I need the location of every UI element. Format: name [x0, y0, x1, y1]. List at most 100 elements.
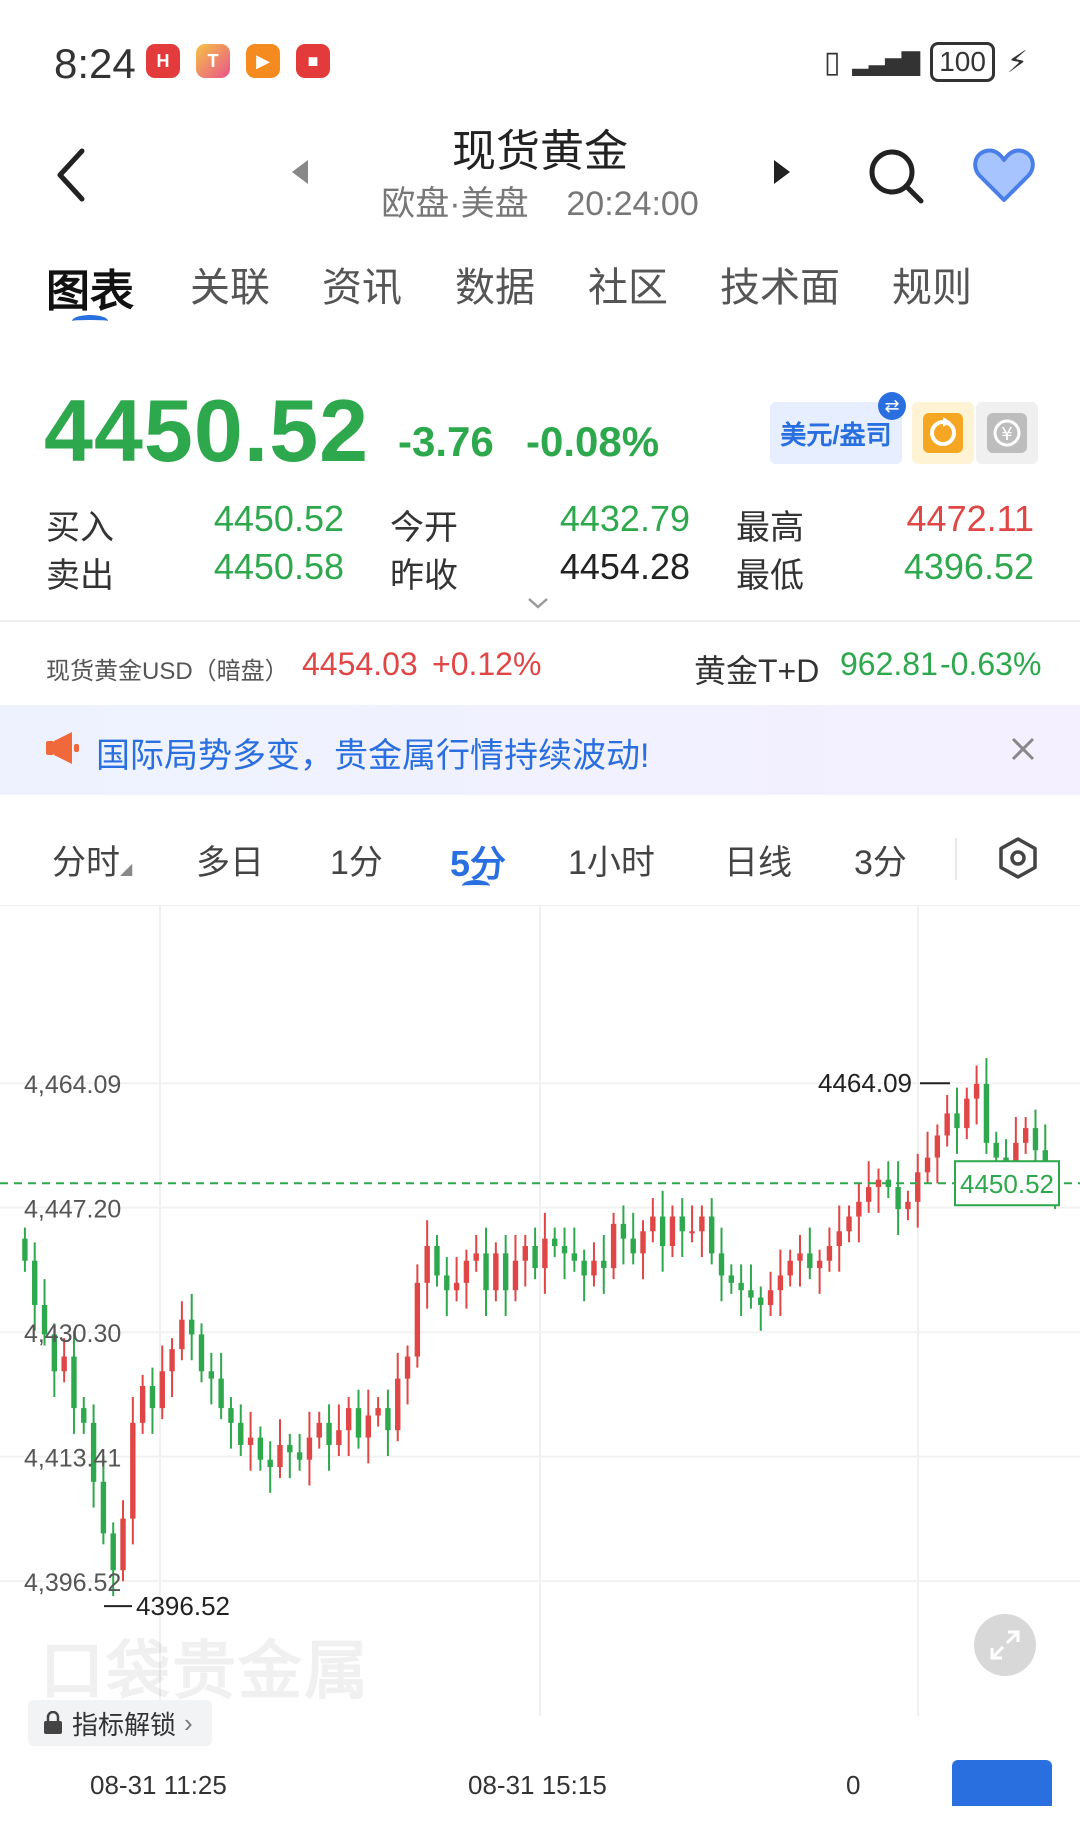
- period-tab-daily[interactable]: 日线: [724, 835, 792, 884]
- candle-body: [326, 1422, 332, 1445]
- related-left-change[interactable]: +0.12%: [432, 646, 541, 683]
- candle-body: [836, 1231, 842, 1246]
- related-right-change[interactable]: -0.63%: [940, 646, 1041, 683]
- candle-body: [944, 1113, 950, 1136]
- sell-label: 卖出: [46, 557, 114, 595]
- swap-icon: ⇄: [878, 392, 906, 420]
- period-tab-3min[interactable]: 3分: [854, 835, 907, 884]
- candle-body: [709, 1216, 715, 1254]
- candle-body: [139, 1386, 146, 1423]
- store-app-icon: ■: [296, 44, 330, 78]
- battery-icon: 100: [930, 42, 995, 82]
- charging-icon: ⚡: [1006, 45, 1028, 79]
- candle-body: [444, 1275, 450, 1291]
- candle-body: [787, 1260, 793, 1276]
- tab-data[interactable]: 数据: [455, 255, 535, 313]
- period-tab-1hour[interactable]: 1小时: [568, 835, 655, 884]
- candle-body: [453, 1282, 460, 1291]
- candle-body: [689, 1231, 695, 1234]
- buy-value: 4450.52: [213, 498, 344, 539]
- candle-body: [218, 1378, 224, 1409]
- search-icon[interactable]: [866, 146, 926, 206]
- fullscreen-expand-button[interactable]: [974, 1614, 1036, 1676]
- tab-community[interactable]: 社区: [588, 255, 668, 313]
- y-axis-label: 4,464.09: [24, 1071, 121, 1099]
- candle-body: [571, 1253, 578, 1261]
- megaphone-icon: [46, 732, 79, 764]
- candle-body: [561, 1246, 568, 1254]
- candle-body: [522, 1246, 528, 1261]
- period-tab-1min[interactable]: 1分: [330, 835, 383, 884]
- session-label: 欧盘·美盘: [381, 185, 529, 223]
- current-price: 4450.52: [44, 381, 370, 480]
- favorite-heart-icon[interactable]: [972, 146, 1036, 206]
- candle-body: [32, 1260, 38, 1305]
- candle-body: [22, 1238, 28, 1261]
- candle-body: [699, 1216, 705, 1232]
- refresh-icon[interactable]: [912, 402, 974, 464]
- related-left-name[interactable]: 现货黄金USD（暗盘）: [46, 651, 289, 686]
- candle-body: [365, 1415, 371, 1438]
- candle-body: [100, 1481, 107, 1534]
- video-app-icon: ▶: [246, 44, 280, 78]
- candle-body: [964, 1098, 970, 1129]
- candle-body: [296, 1452, 303, 1460]
- candle-body: [650, 1216, 656, 1232]
- lock-button-label: 指标解锁: [72, 1709, 177, 1740]
- candle-body: [542, 1238, 548, 1269]
- close-icon[interactable]: [1010, 736, 1036, 762]
- period-tab-indicator: [462, 880, 490, 892]
- candle-body: [856, 1201, 862, 1217]
- period-tab-multiday[interactable]: 多日: [196, 835, 264, 884]
- bottom-action-button[interactable]: [952, 1760, 1052, 1806]
- candle-body: [355, 1408, 362, 1438]
- indicator-unlock-button[interactable]: 指标解锁 ›: [28, 1700, 212, 1746]
- svg-text:¥: ¥: [1001, 424, 1012, 445]
- candle-body: [552, 1238, 558, 1246]
- period-tab-timeshare[interactable]: 分时◢: [52, 835, 132, 884]
- buy-label: 买入: [46, 509, 114, 547]
- candle-body: [179, 1319, 185, 1350]
- status-right: ▯ ▂▃▅▇ 100 ⚡: [824, 42, 1028, 82]
- candle-body: [463, 1260, 470, 1283]
- main-tabs: 图表 关联 资讯 数据 社区 技术面 规则: [0, 255, 1080, 325]
- tab-technical[interactable]: 技术面: [720, 255, 840, 313]
- candle-body: [659, 1216, 666, 1246]
- prev-close-label: 昨收: [390, 557, 458, 595]
- high-label: 最高: [736, 509, 804, 547]
- candle-body: [287, 1444, 293, 1453]
- candle-body: [247, 1437, 254, 1445]
- y-axis-label: 4,413.41: [24, 1445, 121, 1473]
- tab-rules[interactable]: 规则: [892, 255, 972, 313]
- status-time: 8:24: [54, 40, 136, 87]
- y-axis-label: 4,447.20: [24, 1196, 121, 1224]
- tab-related[interactable]: 关联: [190, 255, 270, 313]
- period-divider: [955, 838, 957, 880]
- low-value: 4396.52: [903, 546, 1034, 587]
- expand-stats-chevron-icon[interactable]: [526, 596, 550, 610]
- related-left-value[interactable]: 4454.03: [302, 646, 418, 683]
- candle-body: [679, 1216, 685, 1232]
- candle-body: [493, 1253, 499, 1291]
- candle-body: [973, 1083, 980, 1099]
- tab-chart[interactable]: 图表: [46, 255, 134, 319]
- exchange-icon[interactable]: ¥: [976, 402, 1038, 464]
- candle-body: [816, 1260, 823, 1269]
- next-instrument-icon[interactable]: [772, 158, 792, 186]
- candle-body: [473, 1253, 479, 1261]
- expand-arrows-icon: [990, 1630, 1020, 1660]
- notice-text[interactable]: 国际局势多变，贵金属行情持续波动!: [96, 728, 649, 777]
- related-right-value[interactable]: 962.81: [840, 646, 938, 683]
- related-right-name[interactable]: 黄金T+D: [694, 646, 819, 692]
- prev-close-value: 4454.28: [559, 546, 690, 587]
- candle-body: [532, 1246, 538, 1269]
- candle-body: [483, 1253, 489, 1291]
- candle-body: [915, 1172, 921, 1202]
- candle-body: [159, 1371, 165, 1409]
- chart-settings-icon[interactable]: [996, 836, 1040, 880]
- status-bar: 8:24 H T ▶ ■ ▯ ▂▃▅▇ 100 ⚡: [0, 0, 1080, 110]
- candle-body: [846, 1216, 852, 1232]
- watermark-text: 口袋贵金属: [40, 1635, 370, 1707]
- candle-body: [610, 1223, 617, 1269]
- tab-news[interactable]: 资讯: [322, 255, 402, 313]
